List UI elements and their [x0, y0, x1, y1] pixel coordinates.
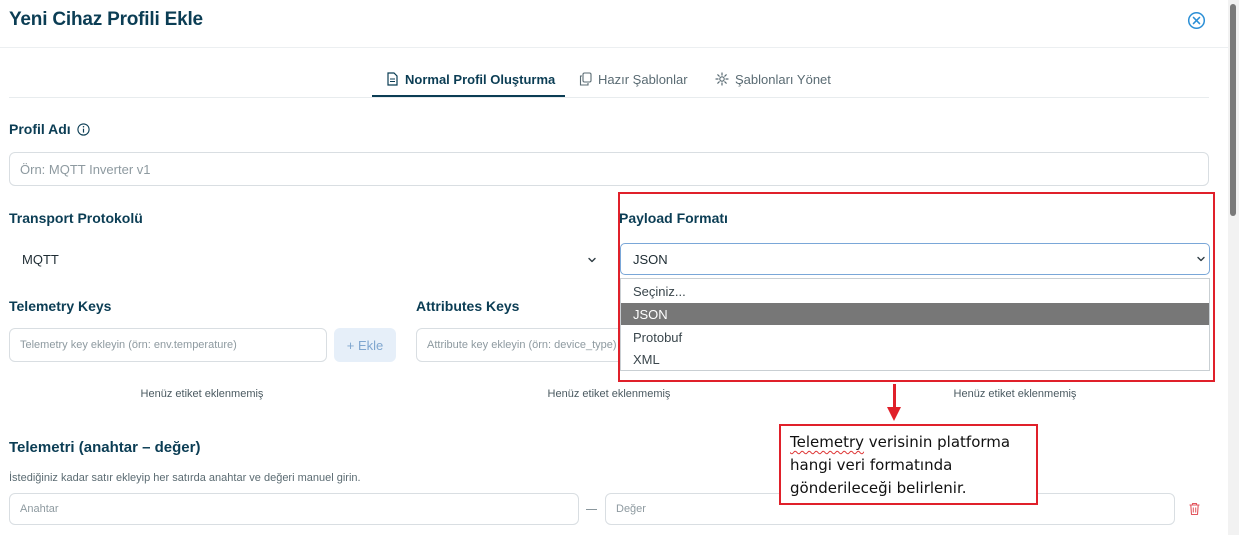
document-icon — [387, 72, 398, 86]
transport-label: Transport Protokolü — [9, 210, 143, 226]
telemetry-keys-empty: Henüz etiket eklenmemiş — [140, 388, 264, 400]
chevron-down-icon — [588, 257, 596, 263]
payload-label: Payload Formatı — [619, 210, 728, 226]
telemetry-kv-description: İstediğiniz kadar satır ekleyip her satı… — [9, 472, 361, 484]
payload-value: JSON — [633, 251, 668, 267]
tab-normal-profile[interactable]: Normal Profil Oluşturma — [386, 70, 555, 88]
telemetry-key-field[interactable] — [9, 493, 579, 525]
chevron-down-icon — [1197, 256, 1205, 262]
tab-label: Hazır Şablonlar — [598, 71, 688, 87]
info-icon — [77, 122, 90, 136]
add-telemetry-key-button[interactable]: + Ekle — [334, 328, 396, 362]
dropdown-option[interactable]: XML — [621, 348, 1209, 370]
profile-name-input[interactable] — [9, 152, 1209, 186]
telemetry-kv-label: Telemetri (anahtar – değer) — [9, 439, 201, 456]
attributes-keys-label: Attributes Keys — [416, 298, 520, 314]
callout-word: Telemetry — [790, 433, 865, 451]
attribute-key-input[interactable] — [416, 328, 646, 362]
tab-label: Şablonları Yönet — [735, 71, 831, 87]
attributes-keys-empty: Henüz etiket eklenmemiş — [547, 388, 671, 400]
telemetry-key-input[interactable] — [9, 328, 327, 362]
dropdown-option[interactable]: Seçiniz... — [621, 280, 1209, 302]
transport-select[interactable]: MQTT — [9, 244, 607, 274]
annotation-callout: Telemetry verisinin platforma hangi veri… — [779, 424, 1038, 505]
scrollbar-thumb[interactable] — [1230, 4, 1236, 216]
tabs-divider — [9, 97, 1209, 98]
annotation-arrow-head — [887, 407, 901, 421]
dialog-title: Yeni Cihaz Profili Ekle — [9, 9, 203, 30]
telemetry-keys-label: Telemetry Keys — [9, 298, 112, 314]
key-value-separator — [586, 509, 597, 510]
third-keys-empty: Henüz etiket eklenmemiş — [953, 388, 1077, 400]
payload-dropdown-list: Seçiniz... JSON Protobuf XML — [620, 278, 1210, 371]
tab-manage-templates[interactable]: Şablonları Yönet — [715, 70, 831, 88]
tab-ready-templates[interactable]: Hazır Şablonlar — [579, 70, 688, 88]
gear-icon — [715, 72, 729, 86]
profile-name-label: Profil Adı — [9, 121, 90, 137]
trash-icon[interactable] — [1188, 502, 1201, 516]
transport-value: MQTT — [22, 251, 59, 267]
dropdown-option[interactable]: Protobuf — [621, 326, 1209, 348]
copy-icon — [579, 72, 592, 86]
tab-label: Normal Profil Oluşturma — [405, 71, 556, 87]
dropdown-option-selected[interactable]: JSON — [621, 303, 1209, 325]
scrollbar[interactable] — [1228, 0, 1239, 535]
header-divider — [0, 47, 1228, 48]
payload-select[interactable]: JSON — [620, 243, 1210, 275]
close-icon[interactable] — [1187, 11, 1206, 30]
